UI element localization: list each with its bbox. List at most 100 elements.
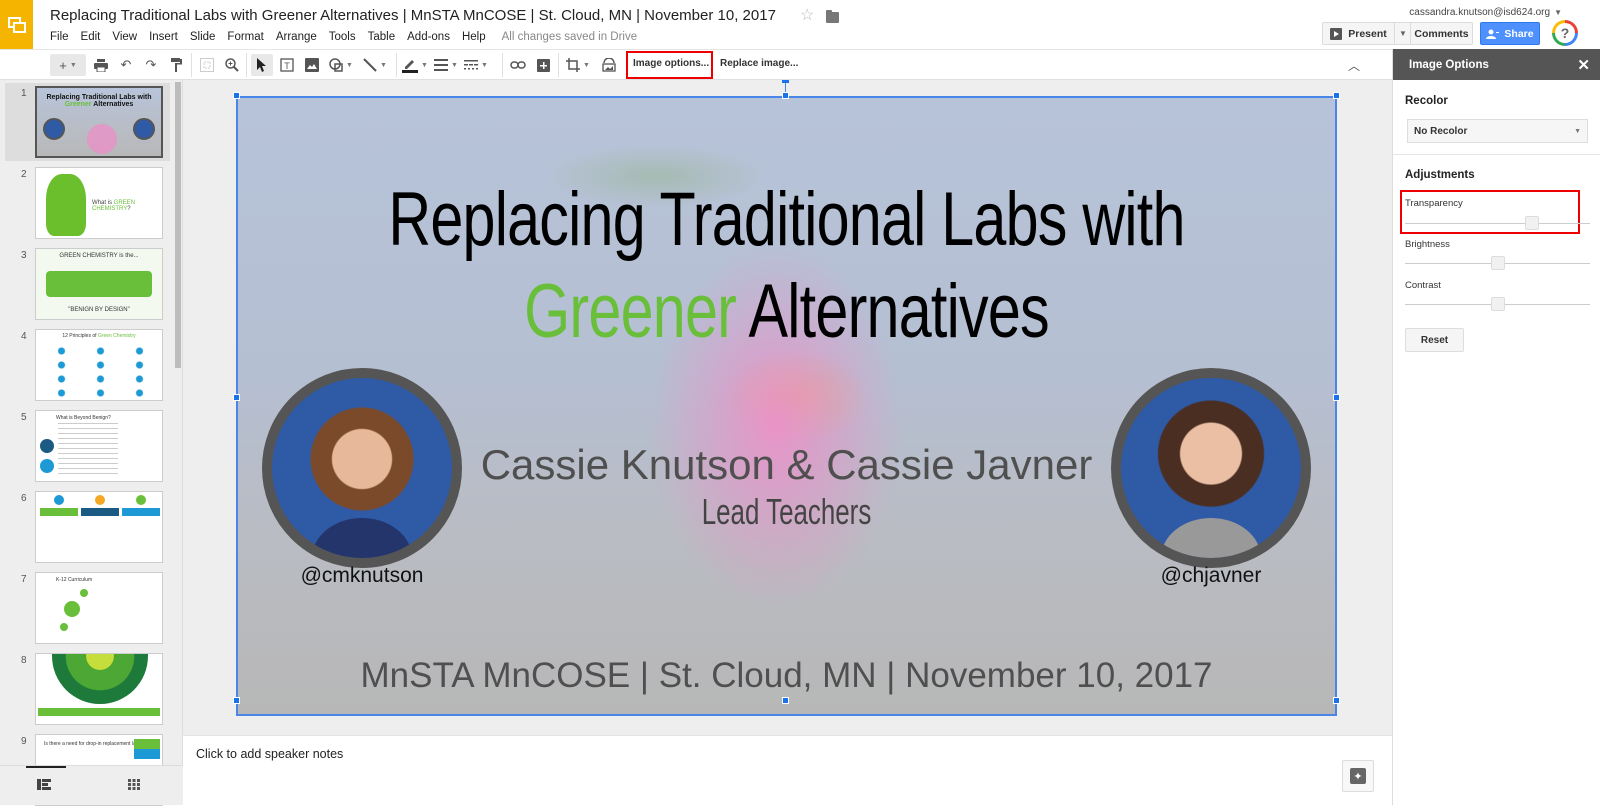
insert-image-button[interactable] <box>301 54 323 76</box>
help-icon[interactable]: ? <box>1552 20 1578 46</box>
reset-button[interactable]: Reset <box>1405 328 1464 352</box>
border-weight-button[interactable]: ▼ <box>433 54 459 76</box>
share-label: Share <box>1504 27 1534 40</box>
divider <box>1393 154 1600 155</box>
thumb-caption: 12 Principles of Green Chemistry <box>62 333 136 339</box>
thumb-chevron <box>134 739 160 759</box>
zoom-button[interactable] <box>221 54 243 76</box>
menu-view[interactable]: View <box>112 31 137 43</box>
rotate-handle[interactable] <box>782 80 789 83</box>
text-box-button[interactable]: T <box>276 54 298 76</box>
slide-thumbnail-7[interactable]: 7 K-12 Curriculum <box>5 569 170 647</box>
thumb-flower <box>87 124 117 154</box>
slide-canvas[interactable]: Replacing Traditional Labs with Greener … <box>183 80 1392 730</box>
thumb-caption: What is Beyond Benign? <box>56 415 111 421</box>
replace-image-button[interactable]: Replace image... <box>720 58 798 69</box>
slide-thumbnail-8[interactable]: 8 <box>5 650 170 728</box>
speaker-notes[interactable]: Click to add speaker notes ✦ <box>183 736 1392 805</box>
menu-slide[interactable]: Slide <box>190 31 216 43</box>
image-icon <box>305 58 319 72</box>
insert-link-button[interactable] <box>507 54 529 76</box>
present-label: Present <box>1348 27 1387 40</box>
filmstrip-view-button[interactable] <box>32 774 56 794</box>
shape-button[interactable]: ▼ <box>326 54 356 76</box>
slide-thumbnail-5[interactable]: 5 What is Beyond Benign? <box>5 407 170 485</box>
handle-right[interactable]: @chjavner <box>1111 564 1311 588</box>
presenter-names[interactable]: Cassie Knutson & Cassie Javner <box>236 441 1337 489</box>
transparency-slider-thumb[interactable] <box>1524 216 1539 230</box>
menu-arrange[interactable]: Arrange <box>276 31 317 43</box>
slides-logo[interactable] <box>0 0 33 49</box>
resize-handle-ne[interactable] <box>1333 92 1340 99</box>
image-options-button[interactable]: Image options... <box>633 58 709 69</box>
zoom-fit-button[interactable] <box>196 54 218 76</box>
share-button[interactable]: Share <box>1480 22 1540 45</box>
insert-comment-button[interactable] <box>532 54 554 76</box>
menu-help[interactable]: Help <box>462 31 486 43</box>
save-status[interactable]: All changes saved in Drive <box>502 31 638 43</box>
thumb-banner <box>38 708 160 716</box>
resize-handle-s[interactable] <box>782 697 789 704</box>
paint-format-button[interactable] <box>165 54 187 76</box>
toolbar: + ▼ ↶ ↷ T ▼ ▼ ▼ ▼ ▼ ▼ Image options... R… <box>0 49 1392 80</box>
slide-thumbnail-2[interactable]: 2 What is GREEN CHEMISTRY? <box>5 164 170 242</box>
slide-thumbnail-4[interactable]: 4 12 Principles of Green Chemistry <box>5 326 170 404</box>
reset-image-button[interactable] <box>598 54 620 76</box>
filmstrip-scroll-thumb[interactable] <box>175 82 181 368</box>
resize-handle-sw[interactable] <box>233 697 240 704</box>
menu-table[interactable]: Table <box>368 31 396 43</box>
contrast-label: Contrast <box>1405 280 1441 291</box>
filmstrip-view-toggle <box>0 765 183 805</box>
border-color-button[interactable]: ▼ <box>401 54 429 76</box>
resize-handle-se[interactable] <box>1333 697 1340 704</box>
slide-thumbnail-3[interactable]: 3 GREEN CHEMISTRY is the... "BENIGN BY D… <box>5 245 170 323</box>
speaker-notes-placeholder[interactable]: Click to add speaker notes <box>196 747 343 761</box>
select-button[interactable] <box>251 54 273 76</box>
transparency-slider[interactable] <box>1405 223 1590 224</box>
menu-edit[interactable]: Edit <box>81 31 101 43</box>
menu-tools[interactable]: Tools <box>329 31 356 43</box>
menu-file[interactable]: File <box>50 31 69 43</box>
shape-icon <box>329 58 343 72</box>
thumb-node <box>64 601 80 617</box>
collapse-toolbar-icon[interactable]: ︿ <box>1348 57 1360 74</box>
slide-thumbnail-6[interactable]: 6 <box>5 488 170 566</box>
redo-button[interactable]: ↷ <box>140 54 162 76</box>
contrast-slider-thumb[interactable] <box>1490 297 1505 311</box>
resize-handle-n[interactable] <box>782 92 789 99</box>
document-title[interactable]: Replacing Traditional Labs with Greener … <box>50 7 776 24</box>
slide-thumbnail-1[interactable]: 1 Replacing Traditional Labs with Greener… <box>5 83 170 161</box>
explore-button[interactable]: ✦ <box>1342 760 1374 792</box>
slide-number: 1 <box>21 88 27 99</box>
border-dash-button[interactable]: ▼ <box>463 54 489 76</box>
crop-button[interactable]: ▼ <box>563 54 593 76</box>
undo-button[interactable]: ↶ <box>115 54 137 76</box>
thumb-caption: "BENIGN BY DESIGN" <box>68 307 130 313</box>
slide-filmstrip: 1 Replacing Traditional Labs with Greener… <box>0 80 183 806</box>
presenter-role[interactable]: Lead Teachers <box>390 491 1183 533</box>
line-button[interactable]: ▼ <box>360 54 390 76</box>
grid-view-button[interactable] <box>122 774 146 794</box>
resize-handle-e[interactable] <box>1333 394 1340 401</box>
handle-left[interactable]: @cmknutson <box>262 564 462 588</box>
comments-button[interactable]: Comments <box>1410 22 1473 45</box>
slide-1[interactable]: Replacing Traditional Labs with Greener … <box>236 96 1337 716</box>
present-button[interactable]: Present <box>1322 22 1394 45</box>
close-icon[interactable]: ✕ <box>1577 56 1590 74</box>
menu-addons[interactable]: Add-ons <box>407 31 450 43</box>
menu-insert[interactable]: Insert <box>149 31 178 43</box>
star-icon[interactable]: ☆ <box>800 8 814 24</box>
adjustments-heading: Adjustments <box>1405 169 1475 181</box>
slide-footer[interactable]: MnSTA MnCOSE | St. Cloud, MN | November … <box>236 656 1337 696</box>
print-button[interactable] <box>90 54 112 76</box>
account-menu[interactable]: cassandra.knutson@isd624.org ▼ <box>1409 7 1562 18</box>
folder-icon[interactable] <box>826 9 840 23</box>
recolor-select[interactable]: No Recolor ▼ <box>1407 119 1588 143</box>
slide-title[interactable]: Replacing Traditional Labs with Greener … <box>357 174 1216 358</box>
new-slide-button[interactable]: + ▼ <box>50 54 86 76</box>
resize-handle-nw[interactable] <box>233 92 240 99</box>
print-icon <box>94 58 108 72</box>
menu-format[interactable]: Format <box>227 31 263 43</box>
brightness-slider-thumb[interactable] <box>1490 256 1505 270</box>
resize-handle-w[interactable] <box>233 394 240 401</box>
